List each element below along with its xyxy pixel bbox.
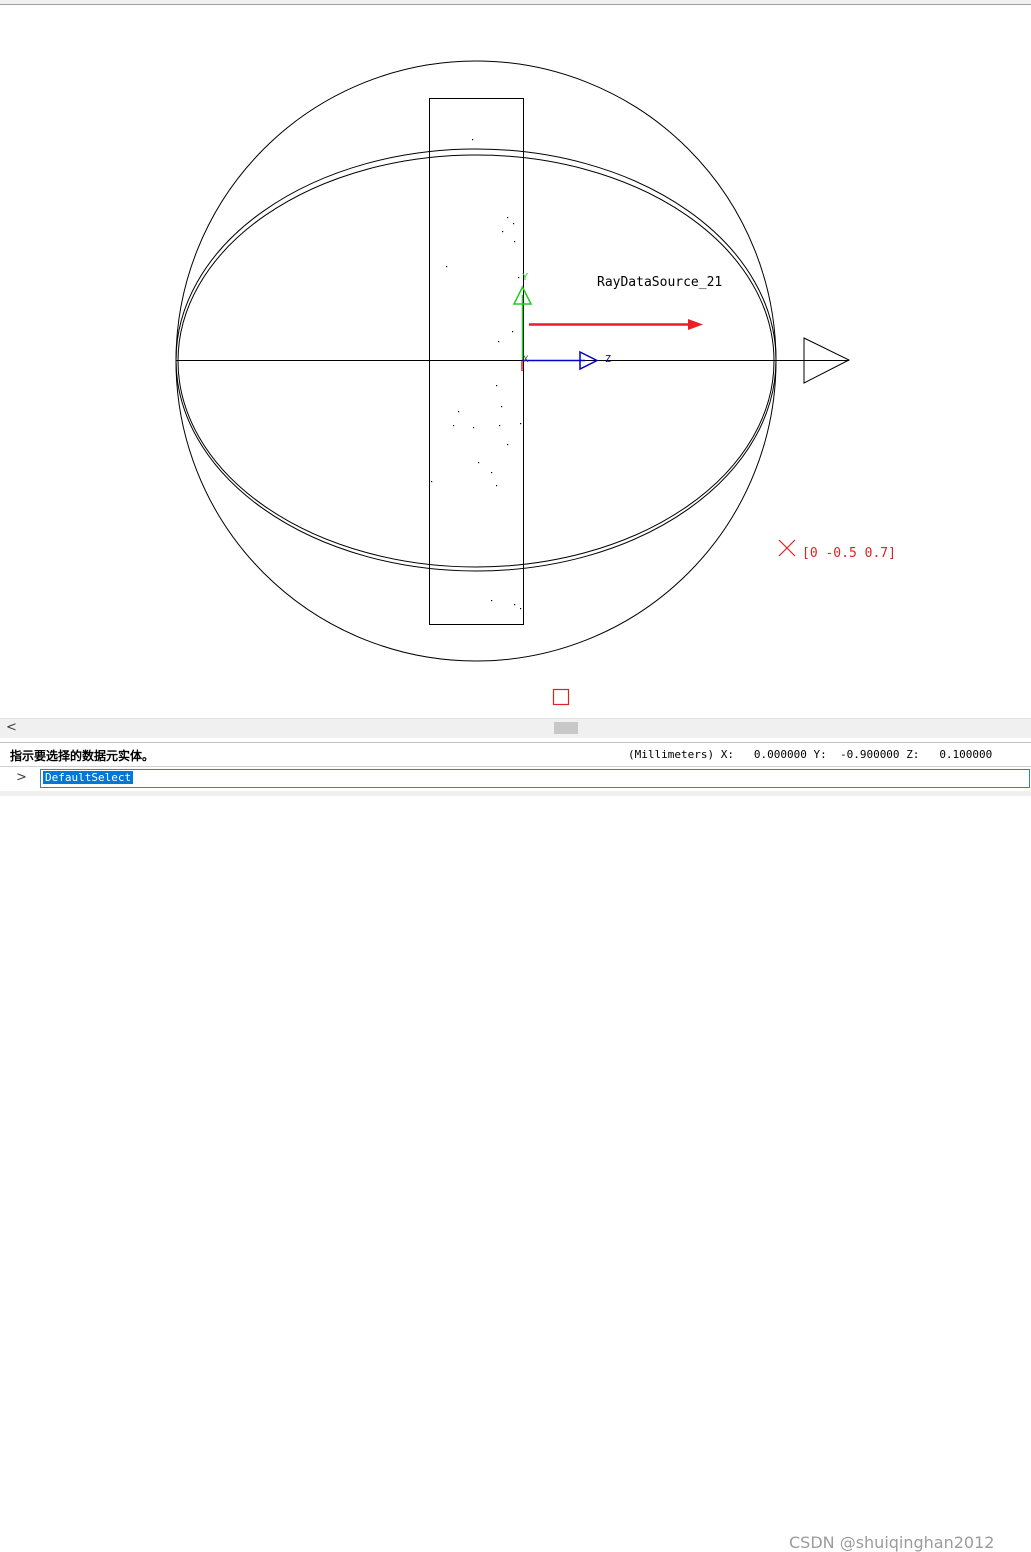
status-bar: 指示要选择的数据元实体。 (Millimeters) X: 0.000000 Y… bbox=[0, 742, 1031, 767]
cursor-coordinate-readout: [0 -0.5 0.7] bbox=[802, 546, 896, 561]
coordinate-display: (Millimeters) X: 0.000000 Y: -0.900000 Z… bbox=[628, 748, 992, 761]
scatter-points bbox=[431, 139, 522, 610]
scene-canvas[interactable]: Y Z X RayDataSource_21 [0 -0.5 0.7] bbox=[0, 5, 1031, 718]
command-prompt-text: 指示要选择的数据元实体。 bbox=[10, 749, 155, 763]
horizontal-scrollbar[interactable]: < bbox=[0, 718, 1031, 738]
command-input-value[interactable]: DefaultSelect bbox=[43, 771, 134, 784]
x-axis-label: X bbox=[523, 355, 529, 365]
scrollbar-thumb[interactable] bbox=[554, 722, 578, 734]
units-label: (Millimeters) bbox=[628, 748, 715, 761]
3d-viewport[interactable]: Y Z X RayDataSource_21 [0 -0.5 0.7] bbox=[0, 5, 1031, 718]
ray-arrowhead bbox=[688, 319, 703, 330]
chevron-right-icon: > bbox=[16, 770, 27, 785]
z-coord-value: 0.100000 bbox=[939, 748, 993, 761]
cursor-marker-icon bbox=[778, 539, 796, 557]
watermark: CSDN @shuiqinghan2012 bbox=[789, 1533, 995, 1552]
ray-source-label: RayDataSource_21 bbox=[597, 275, 722, 290]
pick-box-icon bbox=[552, 688, 570, 706]
scroll-left-arrow-icon[interactable]: < bbox=[6, 720, 17, 735]
z-coord-label: Z: bbox=[906, 748, 920, 761]
slab-rectangle bbox=[429, 98, 524, 625]
y-coord-label: Y: bbox=[813, 748, 827, 761]
y-axis-label: Y bbox=[522, 272, 528, 283]
x-coord-label: X: bbox=[720, 748, 734, 761]
bottom-border bbox=[0, 791, 1031, 796]
y-coord-value: -0.900000 bbox=[839, 748, 900, 761]
z-axis-label: Z bbox=[605, 354, 611, 365]
command-input[interactable]: DefaultSelect bbox=[40, 769, 1030, 788]
command-line: > DefaultSelect CSDN @shuiqinghan2012 bbox=[0, 766, 1031, 1552]
x-coord-value: 0.000000 bbox=[753, 748, 807, 761]
